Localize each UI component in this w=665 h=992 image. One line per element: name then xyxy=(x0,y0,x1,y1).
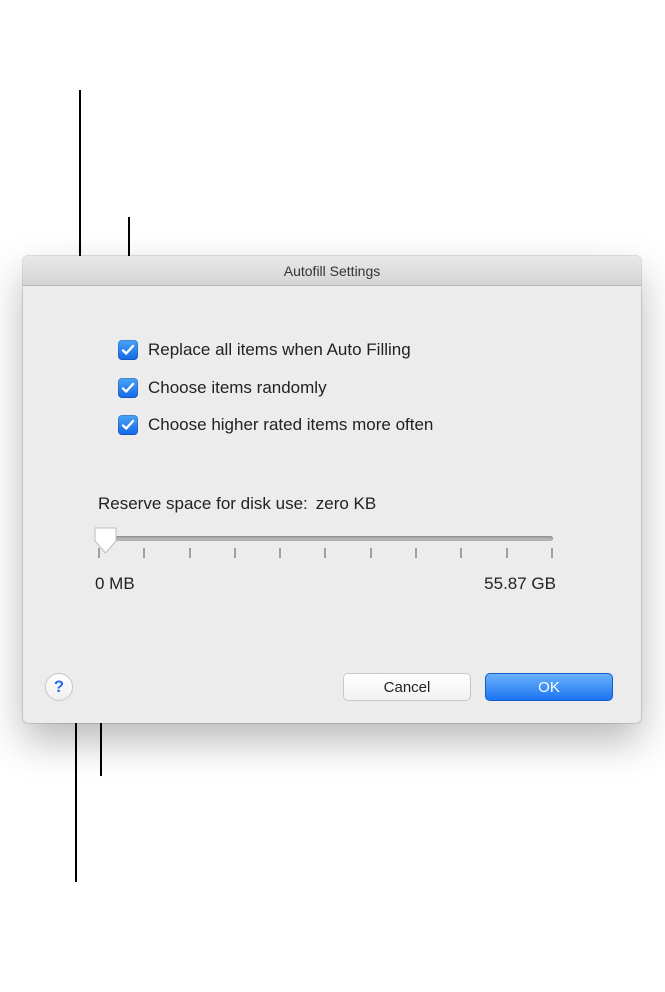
slider-ticks xyxy=(98,548,553,560)
cancel-button[interactable]: Cancel xyxy=(343,673,471,701)
checkbox-row-higher-rated[interactable]: Choose higher rated items more often xyxy=(118,415,433,435)
check-icon xyxy=(120,417,136,433)
window-title: Autofill Settings xyxy=(284,263,381,279)
reserve-value: zero KB xyxy=(316,494,376,514)
dialog-buttons: Cancel OK xyxy=(343,673,613,701)
slider-range-labels: 0 MB 55.87 GB xyxy=(95,574,556,594)
help-button[interactable]: ? xyxy=(45,673,73,701)
ok-button[interactable]: OK xyxy=(485,673,613,701)
checkbox-label: Replace all items when Auto Filling xyxy=(148,340,411,360)
checkbox-label: Choose items randomly xyxy=(148,378,327,398)
checkbox-random[interactable] xyxy=(118,378,138,398)
checkbox-replace[interactable] xyxy=(118,340,138,360)
reserve-space-label: Reserve space for disk use: zero KB xyxy=(98,494,376,514)
reserve-label-text: Reserve space for disk use: xyxy=(98,494,308,514)
checkbox-label: Choose higher rated items more often xyxy=(148,415,433,435)
ok-button-label: OK xyxy=(538,679,560,696)
check-icon xyxy=(120,380,136,396)
checkbox-higher-rated[interactable] xyxy=(118,415,138,435)
checkbox-row-replace[interactable]: Replace all items when Auto Filling xyxy=(118,340,411,360)
titlebar: Autofill Settings xyxy=(23,256,641,286)
slider-min-label: 0 MB xyxy=(95,574,135,594)
reserve-space-slider[interactable] xyxy=(98,530,553,570)
help-icon: ? xyxy=(54,677,64,697)
check-icon xyxy=(120,342,136,358)
dialog-content: Replace all items when Auto Filling Choo… xyxy=(23,286,641,723)
slider-max-label: 55.87 GB xyxy=(484,574,556,594)
dialog-window: Autofill Settings Replace all items when… xyxy=(23,256,641,723)
checkbox-row-random[interactable]: Choose items randomly xyxy=(118,378,327,398)
cancel-button-label: Cancel xyxy=(384,679,431,696)
slider-track xyxy=(98,536,553,541)
